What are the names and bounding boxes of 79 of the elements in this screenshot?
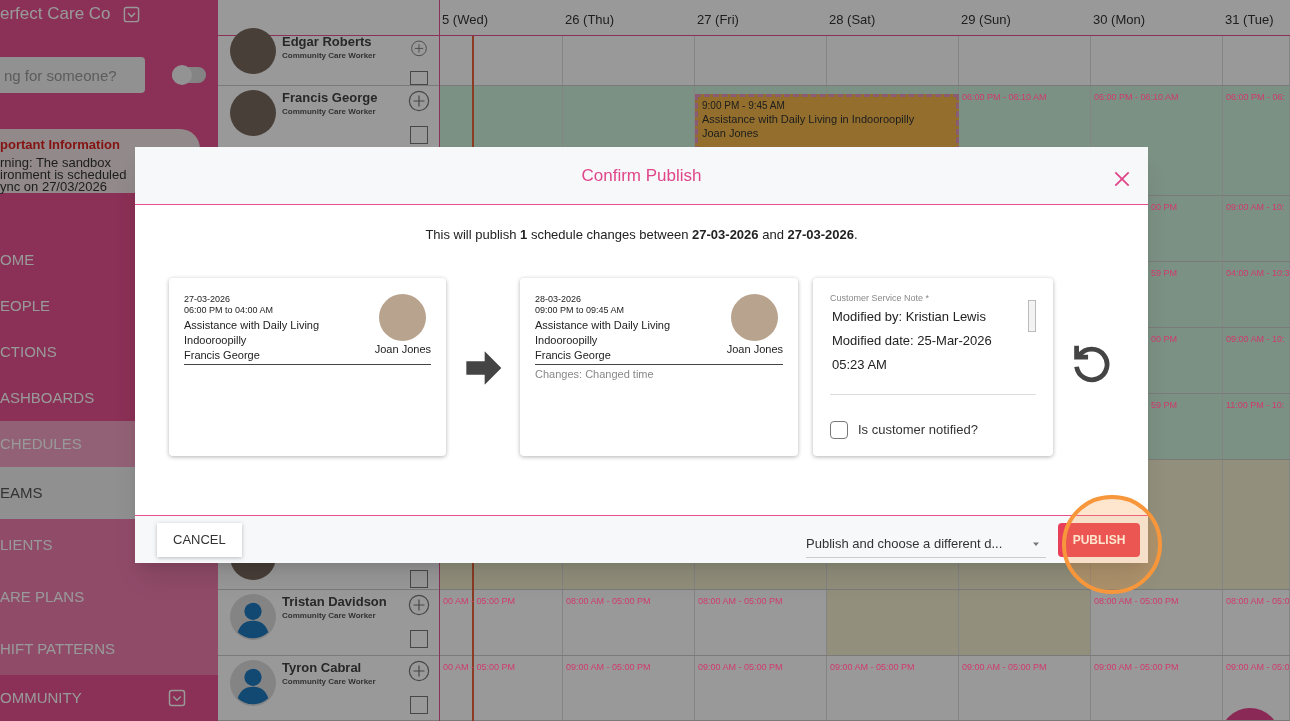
row-checkbox[interactable] xyxy=(410,630,428,648)
calendar-cell[interactable] xyxy=(1223,460,1290,589)
calendar-cell[interactable]: 09:00 AM - 05:00 PM xyxy=(695,656,827,720)
calendar-cell[interactable]: 09:00 AM - 05:00 PM xyxy=(959,656,1091,720)
calendar-cell[interactable]: 09:00 AM - 10: xyxy=(1223,196,1290,261)
avatar-photo xyxy=(230,28,276,74)
note-label: Customer Service Note * xyxy=(830,291,931,305)
nav-item[interactable]: ARE PLANS xyxy=(0,571,218,623)
calendar-cell[interactable]: 08:00 AM - 05:0 xyxy=(1223,590,1290,655)
calendar-cell[interactable]: 08:00 AM - 05:00 PM xyxy=(563,590,695,655)
person-name: Tyron Cabral xyxy=(282,660,363,676)
avatar-silhouette xyxy=(230,594,276,640)
day-header: 30 (Mon) xyxy=(1092,10,1147,29)
day-header: 31 (Tue) xyxy=(1224,10,1275,29)
changes-text: Changes: Changed time xyxy=(535,366,655,382)
summary-text: This will publish 1 schedule changes between 27-03-2026 and 27-03-2026. xyxy=(424,226,859,244)
brand-name: erfect Care Co xyxy=(0,3,111,26)
shift-details: Assistance with Daily Living Indooroopilly Francis George xyxy=(535,317,671,363)
add-icon[interactable] xyxy=(408,594,430,616)
client-name: Joan Jones xyxy=(726,341,783,357)
toggle-switch[interactable] xyxy=(172,67,206,83)
event-title: Assistance with Daily Living in Indooroopilly xyxy=(702,112,916,126)
person-name: Tristan Davidson xyxy=(282,594,388,610)
add-icon[interactable] xyxy=(408,660,430,682)
event-time: 9:00 PM - 9:45 AM xyxy=(702,99,786,112)
avatar-silhouette xyxy=(230,660,276,706)
person-role: Community Care Worker xyxy=(282,676,377,688)
calendar-cell[interactable]: 08:00 AM - 05:00 PM xyxy=(695,590,827,655)
calendar-cell[interactable] xyxy=(959,590,1091,655)
publish-button[interactable]: PUBLISH xyxy=(1058,522,1140,557)
day-header: 26 (Thu) xyxy=(564,10,616,29)
add-icon[interactable] xyxy=(408,90,430,112)
close-icon[interactable] xyxy=(1112,169,1132,189)
calendar-cell[interactable]: 09:00 AM - 10: xyxy=(1223,328,1290,393)
person-role: Community Care Worker xyxy=(282,50,377,62)
nav-item[interactable]: OMMUNITY xyxy=(0,675,218,721)
expand-icon[interactable] xyxy=(168,689,186,707)
add-icon[interactable] xyxy=(408,40,430,57)
cancel-button[interactable]: CANCEL xyxy=(157,522,242,557)
checkbox-label: Is customer notified? xyxy=(858,421,978,439)
calendar-cell[interactable]: 11:00 PM - 10: xyxy=(1223,394,1290,459)
shift-details: Assistance with Daily Living Indooroopilly Francis George xyxy=(184,317,320,363)
scrollbar-thumb[interactable] xyxy=(1028,299,1036,332)
shift-time: 09:00 PM to 09:45 AM xyxy=(535,304,626,316)
person-role: Community Care Worker xyxy=(282,610,377,622)
calendar-cell[interactable]: 04:00 AM - 10:3 xyxy=(1223,262,1290,327)
nav-item[interactable]: HIFT PATTERNS xyxy=(0,623,218,675)
row-checkbox[interactable] xyxy=(410,126,428,144)
event-client: Joan Jones xyxy=(702,126,760,140)
notified-checkbox[interactable] xyxy=(830,420,848,439)
person-role: Community Care Worker xyxy=(282,106,377,118)
calendar-cell[interactable]: 00 AM - 05:00 PM xyxy=(440,656,563,720)
row-checkbox[interactable] xyxy=(410,570,428,588)
publish-option-dropdown[interactable]: Publish and choose a different d... xyxy=(806,531,1046,558)
shift-date: 27-03-2026 xyxy=(184,293,232,305)
dialog-title: Confirm Publish xyxy=(581,164,702,187)
calendar-cell[interactable]: 00 AM - 05:00 PM xyxy=(440,590,563,655)
row-checkbox[interactable] xyxy=(410,696,428,714)
day-header: 28 (Sat) xyxy=(828,10,877,29)
calendar-cell[interactable]: 06:00 PM - 06: xyxy=(1223,86,1290,195)
person-name: Francis George xyxy=(282,90,379,106)
calendar-cell[interactable]: 09:00 AM - 05:00 PM xyxy=(827,656,959,720)
calendar-cell[interactable]: 09:00 AM - 05:0 xyxy=(1223,656,1290,720)
client-name: Joan Jones xyxy=(374,341,431,357)
day-header: 5 (Wed) xyxy=(441,10,489,29)
dropdown-icon[interactable] xyxy=(122,5,140,23)
avatar-photo xyxy=(230,90,276,136)
day-header: 27 (Fri) xyxy=(696,10,740,29)
notice-title: portant Information xyxy=(0,137,121,153)
row-checkbox[interactable] xyxy=(410,70,428,85)
notice-text: rning: The sandbox ironment is scheduled ync on 27/03/2026 xyxy=(0,157,128,193)
shift-time: 06:00 PM to 04:00 AM xyxy=(184,304,275,316)
person-name: Edgar Roberts xyxy=(282,34,373,50)
calendar-cell[interactable]: 09:00 AM - 05:00 PM xyxy=(563,656,695,720)
calendar-cell[interactable]: 09:00 AM - 05:00 PM xyxy=(1091,656,1223,720)
calendar-cell[interactable]: 08:00 AM - 05:00 PM xyxy=(1091,590,1223,655)
shift-date: 28-03-2026 xyxy=(535,293,583,305)
calendar-cell[interactable] xyxy=(827,590,959,655)
day-header: 29 (Sun) xyxy=(960,10,1012,29)
